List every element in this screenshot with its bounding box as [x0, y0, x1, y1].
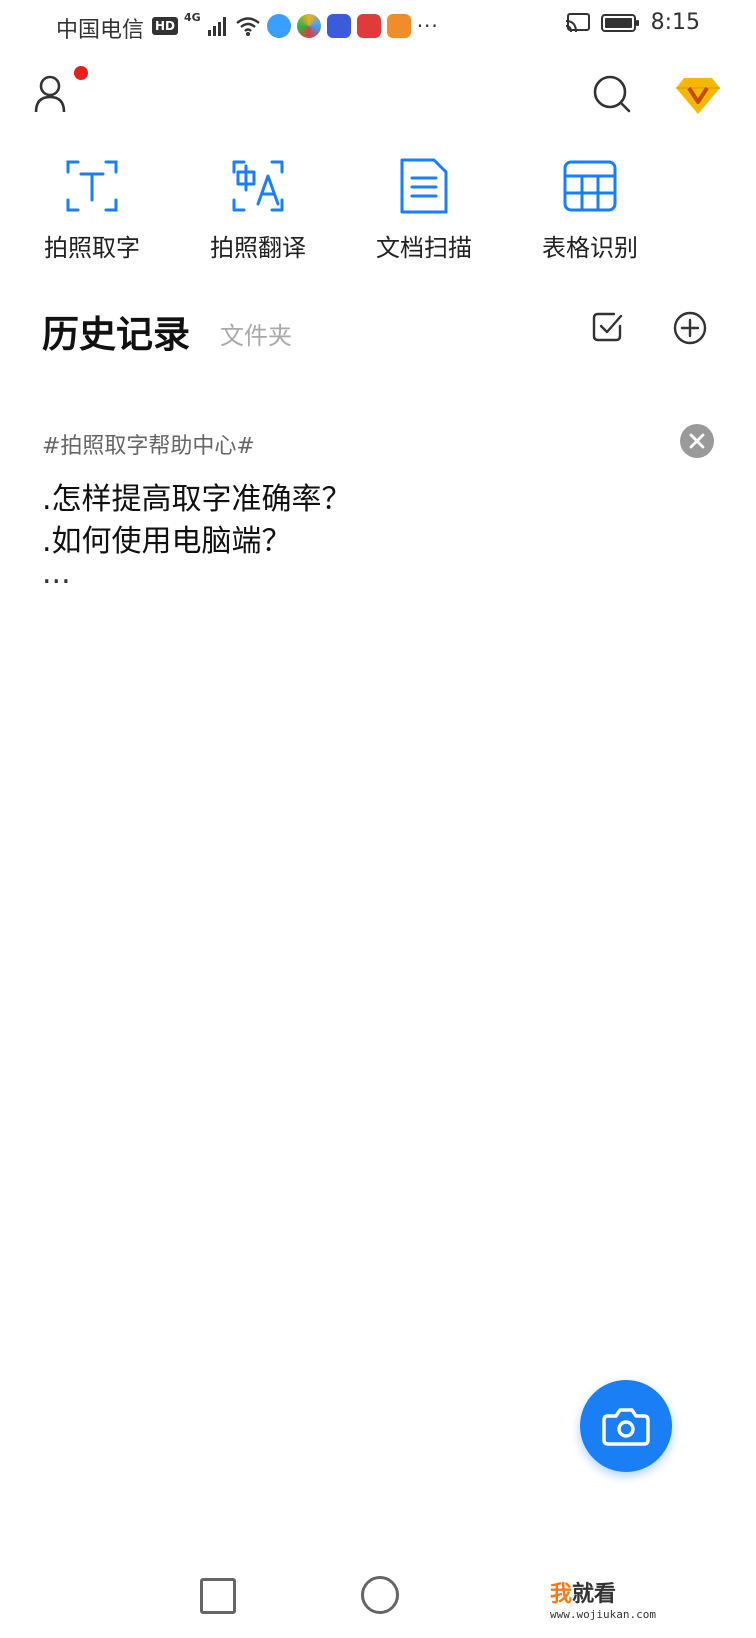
recent-apps-icon[interactable]	[200, 1578, 236, 1614]
cast-icon	[565, 12, 590, 32]
app-notification-icon-3	[326, 14, 351, 38]
feature-translate[interactable]: 拍照翻译	[188, 156, 328, 263]
vip-button[interactable]	[674, 70, 722, 118]
app-header	[0, 60, 756, 134]
help-center-card[interactable]: #拍照取字帮助中心# .怎样提高取字准确率？ .如何使用电脑端？ ...	[0, 420, 756, 600]
feature-row: 拍照取字 拍照翻译 文档扫描 表格识别	[0, 156, 756, 266]
user-icon	[34, 75, 66, 113]
help-question: .如何使用电脑端？	[42, 524, 292, 559]
section-tabs: 历史记录 文件夹	[0, 296, 756, 356]
feature-table-recognition[interactable]: 表格识别	[520, 156, 660, 263]
home-icon[interactable]	[361, 1576, 399, 1614]
system-nav-bar: 我就看 www.wojiukan.com	[0, 1560, 756, 1638]
tab-history[interactable]: 历史记录	[42, 304, 190, 358]
help-tag: #拍照取字帮助中心#	[42, 434, 255, 459]
watermark: 我就看 www.wojiukan.com	[550, 1576, 656, 1621]
text-capture-icon	[66, 160, 118, 212]
camera-button[interactable]	[580, 1380, 672, 1472]
select-check-icon	[592, 312, 623, 342]
status-icons: HD 4G ···	[152, 12, 439, 40]
feature-label: 拍照翻译	[210, 234, 306, 262]
vip-diamond-icon	[676, 78, 720, 114]
network-type: 4G	[184, 11, 201, 24]
battery-icon	[600, 13, 639, 32]
feature-label: 表格识别	[542, 234, 638, 262]
help-ellipsis: ...	[42, 556, 71, 591]
status-right: 8:15	[565, 10, 700, 35]
clock: 8:15	[650, 10, 700, 35]
user-profile-button[interactable]	[32, 72, 72, 116]
hd-badge: HD	[152, 17, 179, 35]
document-scan-icon	[400, 158, 448, 214]
wifi-icon	[235, 17, 260, 36]
signal-icon	[207, 17, 226, 36]
feature-label: 拍照取字	[44, 234, 140, 262]
add-button[interactable]	[672, 310, 708, 346]
watermark-brand: 我就看	[550, 1582, 617, 1607]
help-question: .怎样提高取字准确率？	[42, 482, 352, 517]
app-notification-icon-4	[356, 14, 381, 38]
notification-dot	[74, 66, 88, 80]
feature-text-capture[interactable]: 拍照取字	[22, 156, 162, 263]
table-recognition-icon	[563, 160, 617, 212]
select-button[interactable]	[590, 310, 624, 344]
search-icon	[593, 75, 631, 113]
close-icon	[689, 433, 705, 449]
status-bar: 中国电信 HD 4G ··· 8:15	[0, 0, 756, 52]
feature-document-scan[interactable]: 文档扫描	[354, 156, 494, 263]
more-notifications-icon: ···	[416, 14, 439, 38]
add-circle-icon	[673, 311, 707, 345]
app-notification-icon-5	[386, 14, 411, 38]
app-notification-icon-2	[296, 14, 321, 38]
carrier-name: 中国电信	[56, 18, 145, 43]
search-button[interactable]	[590, 72, 634, 116]
app-notification-icon-1	[266, 14, 291, 38]
watermark-url: www.wojiukan.com	[550, 1608, 656, 1621]
translate-icon	[232, 160, 284, 212]
feature-label: 文档扫描	[376, 234, 472, 262]
help-close-button[interactable]	[680, 424, 714, 458]
tab-folder[interactable]: 文件夹	[220, 316, 292, 351]
camera-icon	[602, 1408, 650, 1446]
